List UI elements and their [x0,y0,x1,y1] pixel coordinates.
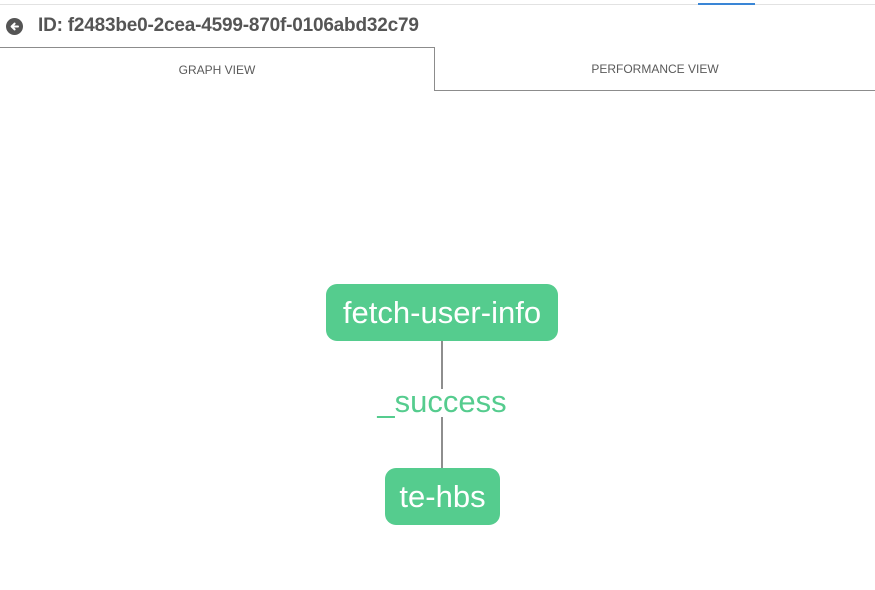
graph-node-te-hbs[interactable]: te-hbs [385,468,500,525]
page-title: ID: f2483be0-2cea-4599-870f-0106abd32c79 [38,15,419,36]
graph-canvas[interactable]: _success fetch-user-info te-hbs [0,92,875,590]
graph-node-fetch-user-info[interactable]: fetch-user-info [326,284,558,341]
arrow-left-circle-icon [10,22,19,30]
page-header: ID: f2483be0-2cea-4599-870f-0106abd32c79 [0,10,419,42]
back-button[interactable] [6,17,23,35]
view-tabs: GRAPH VIEW PERFORMANCE VIEW [0,47,875,92]
graph-edge-line [441,341,443,389]
tab-graph-view[interactable]: GRAPH VIEW [0,47,435,91]
top-accent-indicator [698,3,755,5]
graph-edge-line [441,417,443,468]
tab-performance-view[interactable]: PERFORMANCE VIEW [435,47,875,91]
graph-edge-label: _success [377,384,507,419]
